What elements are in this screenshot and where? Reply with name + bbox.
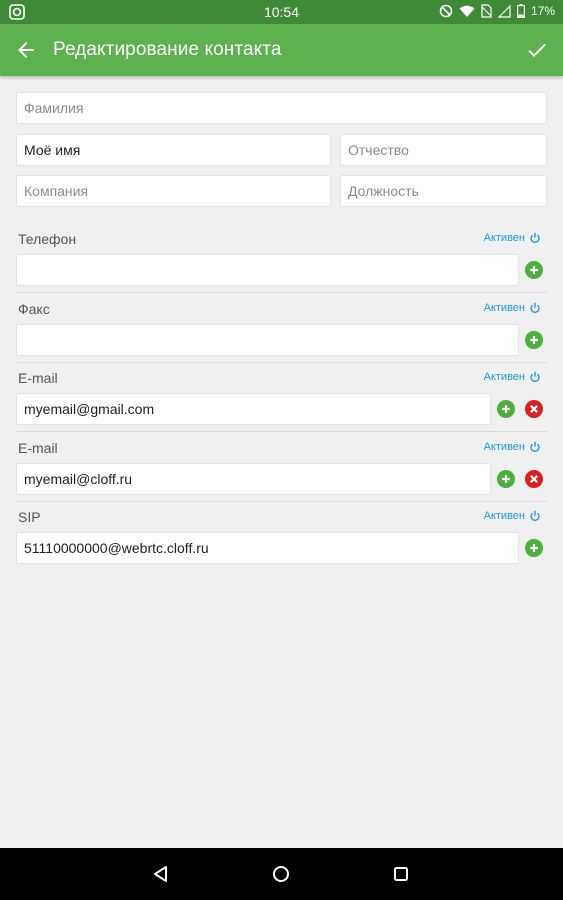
plus-circle-icon	[525, 261, 543, 279]
email-active-toggle[interactable]: Активен	[484, 371, 541, 383]
add-email-button[interactable]	[497, 400, 515, 418]
checkmark-icon[interactable]	[525, 38, 549, 62]
phone-active-label: Активен	[483, 232, 525, 244]
add-sip-button[interactable]	[525, 539, 543, 557]
remove-circle-icon	[525, 470, 543, 488]
phone-input[interactable]	[16, 254, 519, 286]
fax-section-label: Факс	[18, 301, 50, 317]
sip-active-label: Активен	[483, 510, 525, 522]
power-icon	[530, 510, 540, 522]
back-triangle-icon[interactable]	[151, 864, 171, 884]
power-icon	[530, 232, 540, 244]
email-section-label: E-mail	[18, 370, 58, 386]
plus-circle-icon	[525, 331, 543, 349]
sip-active-toggle[interactable]: Активен	[484, 510, 541, 522]
power-icon	[530, 441, 540, 453]
add-phone-button[interactable]	[525, 261, 543, 279]
arrow-back-icon[interactable]	[14, 38, 38, 62]
phone-section-label: Телефон	[18, 231, 77, 247]
plus-circle-icon	[497, 400, 515, 418]
remove-circle-icon	[525, 400, 543, 418]
email-section-label: E-mail	[18, 440, 58, 456]
wifi-icon	[459, 5, 475, 17]
sip-input[interactable]: 51110000000@webrtc.cloff.ru	[16, 532, 519, 564]
remove-email-button[interactable]	[525, 400, 543, 418]
email-input[interactable]: myemail@cloff.ru	[16, 463, 491, 495]
first-name-input[interactable]: Моё имя	[16, 134, 331, 166]
battery-percent: 17%	[530, 4, 555, 18]
fax-active-toggle[interactable]: Активен	[484, 302, 541, 314]
home-circle-icon[interactable]	[271, 864, 291, 884]
fax-active-label: Активен	[483, 302, 525, 314]
fax-input[interactable]	[16, 324, 519, 356]
email-input[interactable]: myemail@gmail.com	[16, 393, 491, 425]
email-active-label: Активен	[483, 441, 525, 453]
position-input[interactable]: Должность	[340, 175, 547, 207]
last-name-input[interactable]: Фамилия	[16, 92, 547, 124]
app-bar: Редактирование контакта	[0, 24, 563, 76]
company-input[interactable]: Компания	[16, 175, 331, 207]
sip-section-label: SIP	[18, 509, 41, 525]
power-icon	[530, 371, 540, 383]
section-divider	[16, 292, 547, 293]
do-not-disturb-icon	[439, 4, 453, 18]
no-sim-icon	[481, 4, 492, 18]
status-icons: 17%	[439, 4, 555, 18]
section-divider	[16, 501, 547, 502]
plus-circle-icon	[497, 470, 515, 488]
add-email-button[interactable]	[497, 470, 515, 488]
add-fax-button[interactable]	[525, 331, 543, 349]
navigation-bar	[0, 848, 563, 900]
phone-active-toggle[interactable]: Активен	[484, 232, 541, 244]
page-title: Редактирование контакта	[53, 39, 282, 60]
email-active-toggle[interactable]: Активен	[484, 441, 541, 453]
battery-icon	[516, 4, 525, 18]
section-divider	[16, 431, 547, 432]
recents-square-icon[interactable]	[391, 864, 411, 884]
plus-circle-icon	[525, 539, 543, 557]
remove-email-button[interactable]	[525, 470, 543, 488]
signal-icon	[497, 4, 511, 18]
email-active-label: Активен	[483, 371, 525, 383]
power-icon	[530, 302, 540, 314]
middle-name-input[interactable]: Отчество	[340, 134, 547, 166]
status-bar: 10:54 17%	[0, 0, 563, 24]
section-divider	[16, 362, 547, 363]
